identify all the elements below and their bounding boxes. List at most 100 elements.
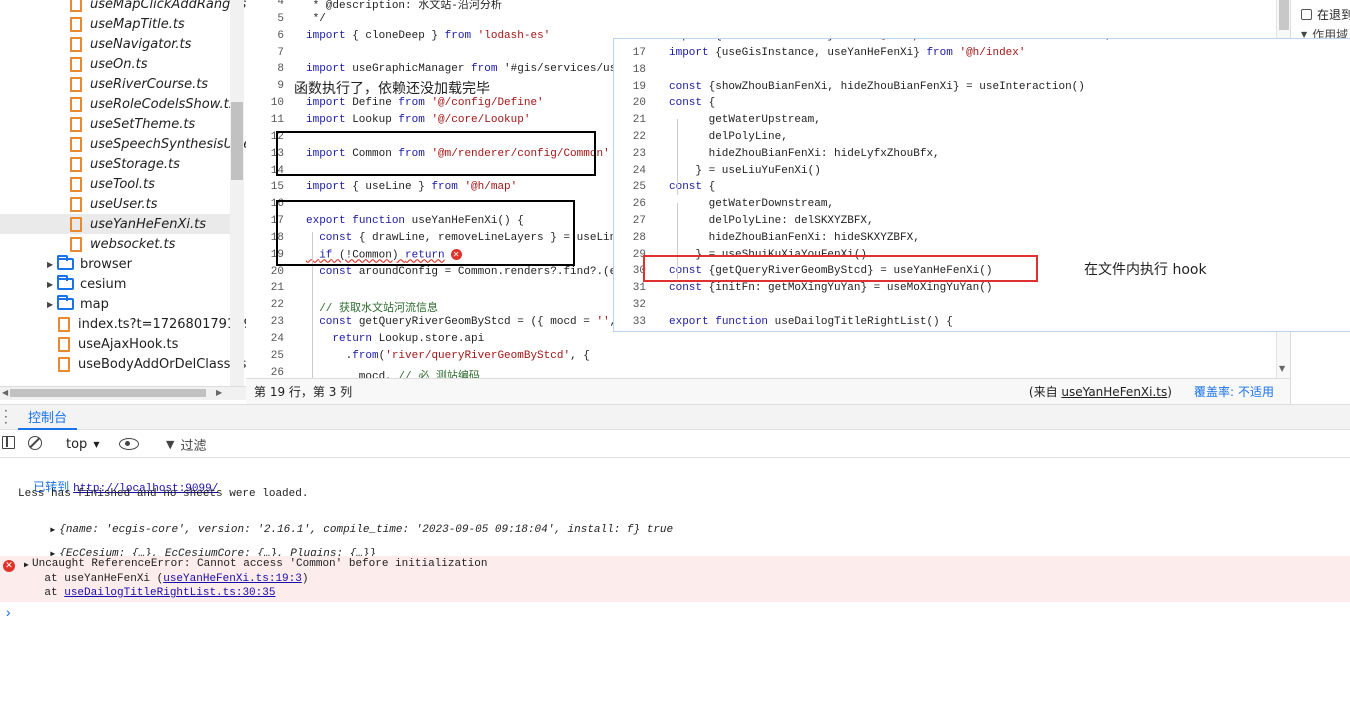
code-line[interactable]: * @description: 水文站-沿河分析: [306, 0, 502, 12]
file-name: useBodyAddOrDelClass.ts: [78, 356, 246, 372]
file-item[interactable]: useNavigator.ts: [0, 34, 230, 54]
file-name: useTool.ts: [90, 176, 155, 192]
line-number: 27: [632, 215, 646, 227]
line-number: 19: [632, 80, 646, 93]
code-line[interactable]: import useGraphicManager from '#gis/serv…: [306, 63, 649, 75]
file-name: index.ts?t=172680179109: [78, 316, 246, 332]
line-number: 31: [632, 282, 646, 295]
eye-icon[interactable]: [119, 438, 139, 450]
file-item[interactable]: useMapTitle.ts: [0, 14, 230, 34]
code-line[interactable]: import Define from '@/config/Define': [306, 97, 544, 109]
file-name: useNavigator.ts: [90, 36, 192, 52]
code-line[interactable]: .from('river/queryRiverGeomByStcd', {: [306, 350, 590, 362]
code-line: export function useDailogTitleRightList(…: [669, 315, 953, 328]
line-number: 28: [632, 231, 646, 244]
highlight-box-import: [276, 131, 596, 176]
line-number: 5: [277, 12, 284, 25]
code-line: hideZhouBianFenXi: hideSKXYZBFX,: [669, 231, 920, 244]
console-navigated: 已转到 http://localhost:9099/: [33, 480, 219, 495]
caret-right-icon[interactable]: ▶: [47, 280, 57, 289]
error-icon: ✕: [3, 560, 15, 572]
caret-right-icon[interactable]: ▶: [47, 260, 57, 269]
tab-console[interactable]: 控制台: [18, 405, 78, 430]
overlay-code-snippet: import {drawMeasureFenXi} from '@/compon…: [613, 38, 1350, 332]
file-name: useSetTheme.ts: [90, 116, 196, 132]
file-item[interactable]: useRiverCourse.ts: [0, 74, 230, 94]
line-number: 23: [270, 316, 284, 329]
line-number: 21: [632, 114, 646, 127]
source-file-link[interactable]: useYanHeFenXi.ts: [1061, 385, 1167, 399]
line-number: 25: [632, 181, 646, 194]
file-item[interactable]: useSetTheme.ts: [0, 114, 230, 134]
filter-icon: ▼: [166, 437, 175, 451]
source-label: (来自 useYanHeFenXi.ts): [1028, 385, 1172, 399]
code-line[interactable]: return Lookup.store.api: [306, 333, 484, 345]
file-icon: [70, 16, 82, 32]
file-item[interactable]: websocket.ts: [0, 234, 230, 254]
folder-item[interactable]: ▶ map: [0, 294, 230, 314]
stack-link-2[interactable]: useDailogTitleRightList.ts:30:35: [64, 587, 275, 599]
caret-right-icon[interactable]: ▶: [47, 300, 57, 309]
file-item[interactable]: useSpeechSynthesisUtte: [0, 134, 246, 154]
console-prompt[interactable]: ›: [4, 606, 12, 622]
code-line[interactable]: const getQueryRiverGeomByStcd = ({ mocd …: [306, 316, 649, 328]
file-item[interactable]: useRoleCodelsShow.ts: [0, 94, 236, 114]
file-item[interactable]: useTool.ts: [0, 174, 230, 194]
code-line[interactable]: */: [306, 13, 326, 25]
filter-input[interactable]: ▼ 过滤: [158, 435, 206, 454]
code-line[interactable]: // 获取水文站河流信息: [306, 299, 438, 315]
stack-link-1[interactable]: useYanHeFenXi.ts:19:3: [163, 573, 302, 585]
line-number: 29: [632, 248, 646, 261]
code-line[interactable]: mocd, // 必 测站编码: [306, 367, 480, 378]
code-line[interactable]: import { cloneDeep } from 'lodash-es': [306, 30, 550, 42]
file-item[interactable]: useAjaxHook.ts: [0, 334, 230, 354]
clear-console-icon[interactable]: [28, 436, 42, 450]
folder-name: cesium: [80, 276, 127, 292]
file-item[interactable]: useUser.ts: [0, 194, 230, 214]
file-item[interactable]: useStorage.ts: [0, 154, 230, 174]
file-icon: [70, 196, 82, 212]
folder-name: map: [80, 296, 109, 312]
chevron-down-icon: ▼: [93, 439, 100, 449]
sidebar-toggle-icon[interactable]: [2, 436, 15, 449]
console-error-message[interactable]: ✕ ▶ Uncaught ReferenceError: Cannot acce…: [0, 556, 1350, 602]
expand-arrow-icon[interactable]: ▶: [50, 526, 55, 535]
line-number: 17: [632, 47, 646, 59]
expand-arrow-icon[interactable]: ▶: [24, 560, 29, 570]
scroll-right-icon[interactable]: ▶: [216, 388, 222, 397]
code-line: const {initFn: getMoXingYuYan} = useMoXi…: [669, 282, 993, 295]
annotation-left: 函数执行了，依赖还没加载完毕: [294, 81, 490, 97]
file-icon: [70, 176, 82, 192]
checkbox-label: 在退到: [1317, 8, 1350, 22]
context-selector[interactable]: top ▼: [58, 435, 107, 453]
file-tree-scrollbar[interactable]: [230, 0, 244, 386]
indent-guide: [677, 119, 678, 195]
file-item[interactable]: useYanHeFenXi.ts: [0, 214, 230, 234]
code-line: getWaterDownstream,: [669, 198, 835, 211]
more-tabs-icon[interactable]: · · ·: [4, 405, 8, 429]
folder-item[interactable]: ▶ cesium: [0, 274, 230, 294]
file-item[interactable]: useBodyAddOrDelClass.ts: [0, 354, 246, 374]
scroll-down-icon[interactable]: ▼: [1279, 364, 1285, 373]
code-line: const {showZhouBianFenXi, hideZhouBianFe…: [669, 80, 1085, 93]
line-number: 20: [270, 265, 284, 278]
file-icon: [70, 216, 82, 232]
file-item[interactable]: index.ts?t=172680179109: [0, 314, 246, 334]
file-icon: [58, 356, 70, 372]
editor-status-bar: 第 19 行，第 3 列 (来自 useYanHeFenXi.ts) 覆盖率: …: [246, 378, 1290, 404]
folder-item[interactable]: ▶ browser: [0, 254, 230, 274]
line-number: 15: [270, 181, 284, 194]
code-line[interactable]: import { useLine } from '@h/map': [306, 181, 517, 193]
file-item[interactable]: useMapClickAddRang.ts: [0, 0, 246, 14]
line-number: 9: [277, 80, 284, 93]
pause-on-exception-checkbox[interactable]: [1301, 9, 1312, 20]
file-tree-scroll-thumb[interactable]: [231, 102, 243, 180]
coverage-value[interactable]: 不适用: [1238, 383, 1274, 400]
file-tree-horizontal-thumb[interactable]: [10, 389, 206, 397]
file-icon: [70, 36, 82, 52]
code-line[interactable]: import Lookup from '@/core/Lookup': [306, 114, 530, 126]
file-item[interactable]: useOn.ts: [0, 54, 230, 74]
line-number: 7: [277, 46, 284, 59]
scroll-left-icon[interactable]: ◀: [2, 388, 8, 397]
code-line[interactable]: const aroundConfig = Common.renders?.fin…: [306, 266, 649, 278]
